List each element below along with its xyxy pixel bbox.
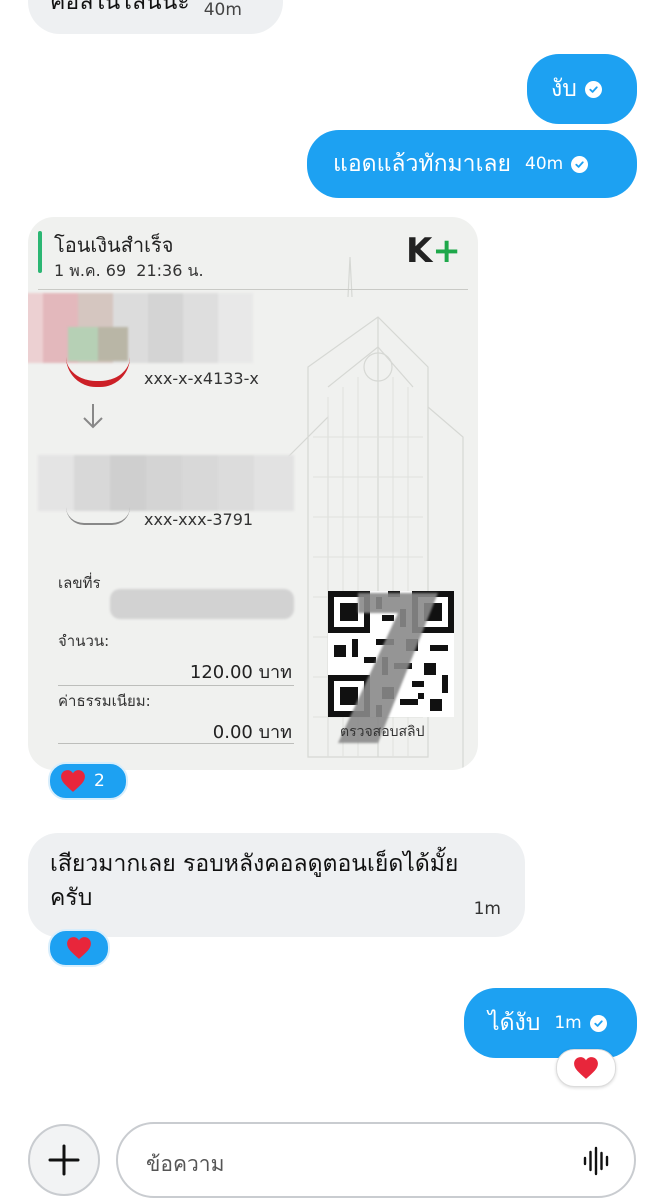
check-icon [584, 80, 602, 98]
plus-icon [48, 1144, 80, 1176]
message-outgoing[interactable]: แอดแล้วทักมาเลย 40m [307, 130, 637, 198]
reaction-badge[interactable]: 2 [48, 762, 128, 800]
from-account: xxx-x-x4133-x [144, 369, 259, 388]
message-input[interactable]: ข้อความ [116, 1122, 636, 1198]
amount-value: 120.00 บาท [189, 662, 292, 683]
message-text: ได้งับ [488, 1010, 541, 1036]
message-outgoing[interactable]: งับ [527, 54, 637, 124]
redacted-sender [28, 293, 263, 363]
redacted-sender-logo [68, 327, 128, 361]
fee-value: 0.00 บาท [212, 722, 292, 743]
divider [58, 685, 294, 686]
message-time: 1m [473, 899, 501, 919]
message-input-placeholder: ข้อความ [146, 1152, 225, 1176]
heart-icon [61, 770, 85, 792]
check-icon [589, 1014, 607, 1032]
redacted-ref [110, 589, 294, 619]
divider [58, 743, 294, 744]
slip-datetime: 1 พ.ค. 69 21:36 น. [54, 261, 204, 280]
message-incoming-partial[interactable]: คอลในไลน์นะ 40m [28, 0, 283, 34]
heart-icon [67, 937, 91, 959]
message-time: 40m [203, 0, 242, 20]
slip-accent-bar [38, 231, 42, 273]
reaction-badge[interactable] [48, 929, 110, 967]
to-account: xxx-xxx-3791 [144, 510, 254, 529]
message-text: งับ [551, 76, 577, 102]
message-time: 40m [525, 154, 564, 174]
slip-divider [38, 289, 468, 290]
arrow-down-icon [80, 401, 106, 435]
message-time: 1m [554, 1013, 582, 1033]
amount-label: จำนวน: [58, 632, 110, 650]
ref-label: เลขที่ร [58, 574, 101, 592]
reaction-count: 2 [94, 771, 105, 791]
qr-caption: ตรวจสอบสลิป [340, 724, 425, 740]
heart-icon [574, 1057, 598, 1079]
fee-label: ค่าธรรมเนียม: [58, 692, 151, 710]
message-text: คอลในไลน์นะ [50, 0, 190, 15]
reaction-badge[interactable] [556, 1049, 616, 1087]
voice-icon[interactable] [582, 1146, 610, 1180]
slip-title: โอนเงินสำเร็จ [54, 233, 174, 257]
message-text: เสียวมากเลย รอบหลังคอลดูตอนเย็ดได้มั้ยคร… [50, 851, 459, 911]
message-outgoing[interactable]: ได้งับ 1m [464, 988, 637, 1058]
redacted-receiver [38, 455, 296, 511]
bank-logo: K+ [406, 231, 461, 271]
sender-bank-icon [66, 357, 130, 387]
message-text: แอดแล้วทักมาเลย [333, 151, 512, 177]
add-attachment-button[interactable] [28, 1124, 100, 1196]
message-incoming[interactable]: เสียวมากเลย รอบหลังคอลดูตอนเย็ดได้มั้ยคร… [28, 833, 525, 937]
receiver-icon [66, 507, 130, 525]
transfer-slip-image[interactable]: โอนเงินสำเร็จ 1 พ.ค. 69 21:36 น. K+ xxx-… [28, 217, 478, 770]
check-icon [571, 155, 589, 173]
